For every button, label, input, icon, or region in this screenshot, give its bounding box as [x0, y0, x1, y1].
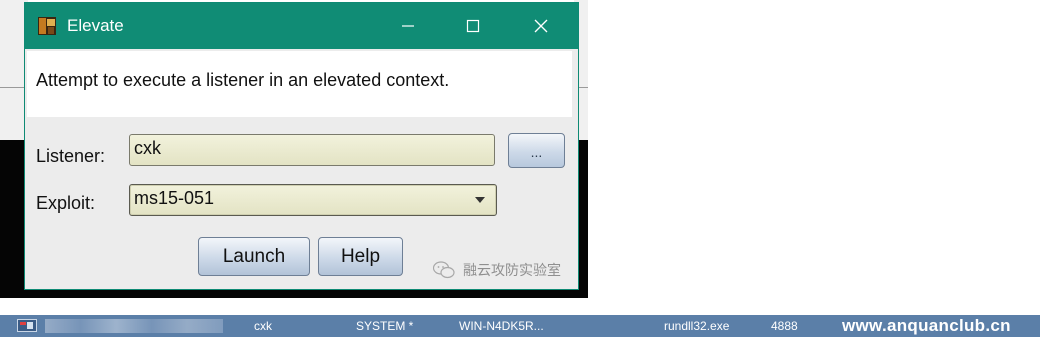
maximize-icon — [466, 19, 480, 33]
launch-button[interactable]: Launch — [198, 237, 310, 276]
watermark-text: 融云攻防实验室 — [463, 262, 561, 278]
exploit-dropdown-button[interactable] — [469, 189, 491, 211]
redacted-fields — [45, 319, 223, 333]
title-bar[interactable]: Elevate — [25, 3, 578, 49]
close-icon — [534, 19, 548, 33]
session-process: rundll32.exe — [664, 319, 730, 333]
chevron-down-icon — [475, 197, 485, 203]
maximize-button[interactable] — [450, 3, 496, 49]
watermark: 融云攻防实验室 — [433, 260, 561, 280]
session-user: cxk — [254, 319, 272, 333]
exploit-select[interactable]: ms15-051 — [129, 184, 497, 216]
session-pid: 4888 — [771, 319, 798, 333]
close-button[interactable] — [518, 3, 564, 49]
minimize-icon — [402, 25, 414, 27]
listener-field[interactable]: cxk — [129, 134, 495, 166]
elevate-dialog: Elevate Attempt to execute a listener in… — [25, 3, 578, 289]
session-account: SYSTEM * — [356, 319, 414, 333]
wechat-icon — [433, 261, 455, 279]
overlay-watermark-text: www.anquanclub.cn — [842, 316, 1011, 335]
description-panel: Attempt to execute a listener in an elev… — [27, 51, 572, 117]
window-title: Elevate — [67, 16, 124, 35]
session-icon — [17, 319, 37, 332]
session-row[interactable]: cxk SYSTEM * WIN-N4DK5R... rundll32.exe … — [0, 315, 1040, 337]
help-button[interactable]: Help — [318, 237, 403, 276]
browse-listener-button[interactable]: ... — [508, 133, 565, 168]
description-text: Attempt to execute a listener in an elev… — [36, 70, 450, 90]
background-app-panel — [0, 0, 28, 140]
exploit-label: Exploit: — [36, 193, 96, 213]
background-divider — [0, 87, 28, 88]
minimize-button[interactable] — [385, 3, 431, 49]
listener-label: Listener: — [36, 146, 106, 166]
app-icon — [38, 17, 56, 35]
exploit-selected-value: ms15-051 — [134, 188, 215, 208]
session-computer: WIN-N4DK5R... — [459, 319, 544, 333]
